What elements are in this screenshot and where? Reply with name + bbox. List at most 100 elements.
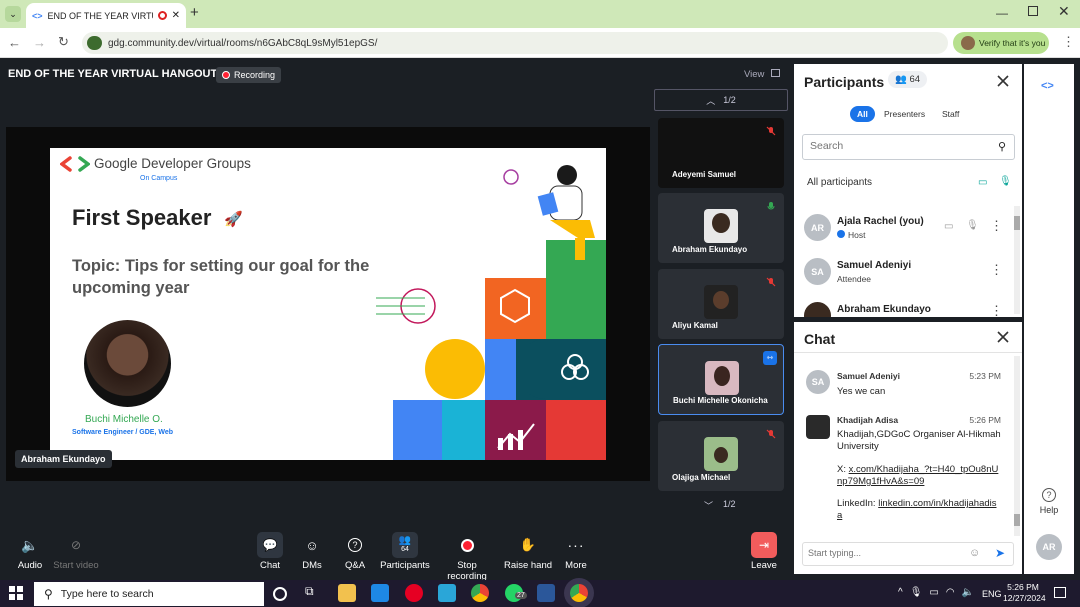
all-participants-label: All participants [807, 177, 873, 188]
taskbar-search-field[interactable]: ⚲ Type here to search [34, 582, 264, 606]
whatsapp-icon[interactable]: 27 [505, 584, 527, 602]
mic-icon: 🎙 [909, 587, 923, 598]
participant-tile[interactable]: Adeyemi Samuel [658, 118, 784, 188]
x-link[interactable]: x.com/Khadijaha_?t=H40_tpOu8nUnp79Mg1fHv… [837, 464, 998, 487]
tab-close-icon[interactable]: ✕ [172, 10, 180, 21]
filter-tab-all[interactable]: All [850, 106, 875, 122]
taskbar-search-placeholder: Type here to search [60, 588, 154, 600]
maximize-icon[interactable] [1028, 6, 1038, 16]
participant-menu-icon[interactable]: ⋮ [990, 218, 1003, 234]
filter-tab-presenters[interactable]: Presenters [884, 109, 925, 119]
message-text: LinkedIn: linkedin.com/in/khadijahadisa [837, 498, 1001, 522]
taskbar-clock[interactable]: 5:26 PM 12/27/2024 [1003, 582, 1046, 604]
vscode-icon[interactable] [371, 584, 389, 602]
participants-label: Participants [380, 560, 430, 571]
message-time: 5:26 PM [969, 415, 1001, 425]
participant-row[interactable]: Abraham Ekundayo ⋮ [804, 300, 1014, 317]
user-avatar[interactable]: AR [1036, 534, 1062, 560]
pinterest-icon[interactable] [405, 584, 423, 602]
cortana-icon[interactable] [273, 587, 287, 601]
leave-button[interactable]: ⇥ Leave [734, 532, 794, 571]
participants-panel: Participants 👥 64 All Presenters Staff ⚲… [794, 64, 1022, 317]
recording-label: Recording [234, 70, 276, 80]
close-window-icon[interactable]: ✕ [1058, 3, 1070, 20]
emoji-icon[interactable]: ☺ [969, 547, 980, 559]
help-button[interactable]: ? Help [1036, 488, 1062, 515]
camera-filter-icon[interactable]: ▭ [978, 177, 987, 188]
view-button[interactable]: View [744, 69, 781, 80]
app-icon[interactable] [438, 584, 456, 602]
tile-name: Aliyu Kamal [672, 321, 718, 330]
mic-filter-icon[interactable]: 🎙 [999, 176, 1012, 187]
close-participants-icon[interactable] [996, 74, 1010, 88]
chat-input[interactable] [808, 548, 958, 558]
site-info-icon[interactable] [87, 36, 102, 50]
avatar [806, 415, 830, 439]
tile-name: Olajiga Michael [672, 473, 731, 482]
new-tab-button[interactable]: + [190, 4, 199, 21]
participants-scrollbar[interactable] [1014, 206, 1020, 314]
participant-tile[interactable]: Aliyu Kamal [658, 269, 784, 339]
gdg-favicon-icon: <> [32, 10, 43, 21]
mic-on-icon [767, 202, 775, 210]
wifi-icon: ◠ [945, 587, 955, 598]
slide-illustration [376, 165, 606, 460]
chevron-up-icon: ︿ [706, 95, 716, 106]
chat-input-field[interactable]: ☺ ➤ [802, 542, 1014, 566]
help-label: Help [1039, 505, 1059, 515]
verify-identity-button[interactable]: Verify that it's you [953, 32, 1049, 54]
filter-tab-staff[interactable]: Staff [942, 109, 959, 119]
browser-tab[interactable]: <> END OF THE YEAR VIRTUAL ✕ [26, 3, 186, 28]
word-icon[interactable] [537, 584, 555, 602]
participants-button[interactable]: 👥 64 Participants [375, 532, 435, 571]
back-icon[interactable]: ← [8, 35, 21, 50]
chrome-active-icon[interactable] [570, 584, 588, 602]
stop-recording-button[interactable]: Stop recording [437, 534, 497, 582]
menu-dots-icon[interactable]: ⋮ [1062, 34, 1075, 50]
system-tray-icons[interactable]: ^ 🎙 ▭ ◠ 🔈 [898, 587, 974, 598]
chevron-up-icon[interactable]: ^ [898, 587, 903, 598]
participant-search-field[interactable]: ⚲ [802, 134, 1015, 160]
leave-icon: ⇥ [734, 532, 794, 558]
x-prefix: X: [837, 464, 849, 475]
participant-row[interactable]: AR Ajala Rachel (you) Host ▭ 🎙 ⋮ [804, 212, 1014, 248]
participant-tile-active[interactable]: ⇿ Buchi Michelle Okonicha [658, 344, 784, 415]
participant-count-badge: 👥 64 [888, 71, 928, 88]
participant-search-input[interactable] [810, 140, 980, 152]
participant-tile[interactable]: Olajiga Michael [658, 421, 784, 491]
gdg-logo-icon: <> [1041, 80, 1054, 92]
minimize-icon[interactable]: — [996, 6, 1008, 20]
participant-menu-icon[interactable]: ⋮ [990, 262, 1003, 278]
chat-panel: Chat SA Samuel Adeniyi 5:23 PM Yes we ca… [794, 322, 1022, 574]
message-text: Khadijah,GDGoC Organiser Al-Hikmah Unive… [837, 429, 1001, 452]
url-text: gdg.community.dev/virtual/rooms/n6GAbC8q… [108, 37, 378, 49]
stop-recording-label: Stop recording [447, 560, 487, 582]
close-chat-icon[interactable] [996, 330, 1010, 344]
chat-scrollbar[interactable] [1014, 356, 1020, 536]
forward-icon[interactable]: → [33, 35, 46, 50]
participant-row[interactable]: SA Samuel Adeniyi Attendee ⋮ [804, 256, 1014, 292]
task-view-icon[interactable]: ⧉ [305, 584, 323, 602]
notification-icon[interactable] [1054, 587, 1066, 598]
participant-tile[interactable]: Abraham Ekundayo [658, 193, 784, 263]
file-explorer-icon[interactable] [338, 584, 356, 602]
clock-time: 5:26 PM [1007, 582, 1039, 592]
input-language[interactable]: ENG [982, 589, 1002, 599]
tab-search-button[interactable]: ⌄ [5, 6, 21, 22]
participant-role: Attendee [837, 274, 872, 284]
search-icon[interactable]: ⚲ [998, 140, 1006, 153]
chrome-icon[interactable] [471, 584, 489, 602]
participant-name: Samuel Adeniyi [837, 260, 912, 271]
windows-start-icon[interactable] [9, 586, 23, 600]
thumbnail-page-up-button[interactable]: ︿ 1/2 [654, 89, 788, 111]
verify-label: Verify that it's you [979, 38, 1046, 48]
grid-view-icon [771, 69, 781, 77]
thumbnail-page-down-button[interactable]: ﹀ 1/2 [704, 499, 736, 512]
url-field[interactable]: gdg.community.dev/virtual/rooms/n6GAbC8q… [82, 32, 948, 54]
participant-menu-icon[interactable]: ⋮ [990, 303, 1003, 317]
start-video-button[interactable]: ⊘ Start video [46, 534, 106, 571]
send-icon[interactable]: ➤ [995, 546, 1005, 560]
avatar [704, 285, 738, 319]
more-button[interactable]: ··· More [546, 534, 606, 571]
reload-icon[interactable]: ↻ [58, 34, 69, 50]
